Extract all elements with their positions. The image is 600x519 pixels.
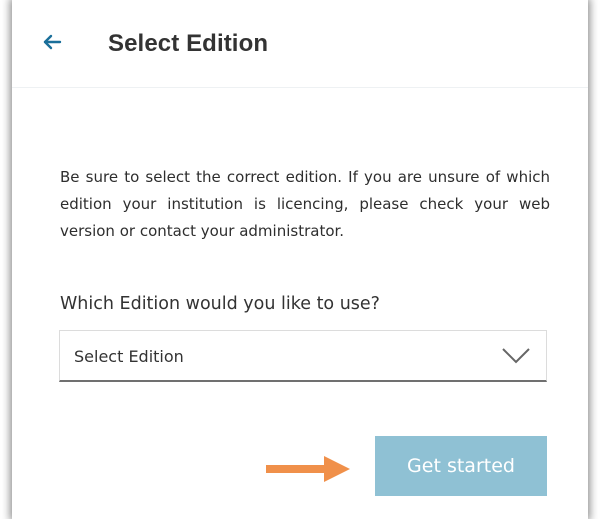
app-bar: Select Edition <box>12 0 588 88</box>
edition-select-value: Select Edition <box>74 347 184 366</box>
info-text: Be sure to select the correct edition. I… <box>60 168 550 240</box>
arrow-left-icon <box>43 34 62 50</box>
get-started-button[interactable]: Get started <box>375 436 547 496</box>
app-window: Select Edition Be sure to select the cor… <box>12 0 588 519</box>
chevron-down-icon <box>502 348 530 364</box>
edition-select[interactable]: Select Edition <box>59 330 547 382</box>
edition-question: Which Edition would you like to use? <box>60 294 380 314</box>
main-content: Be sure to select the correct edition. I… <box>12 88 588 519</box>
page-title: Select Edition <box>108 30 269 57</box>
arrow-right-icon <box>266 456 350 482</box>
back-button[interactable] <box>40 30 64 54</box>
